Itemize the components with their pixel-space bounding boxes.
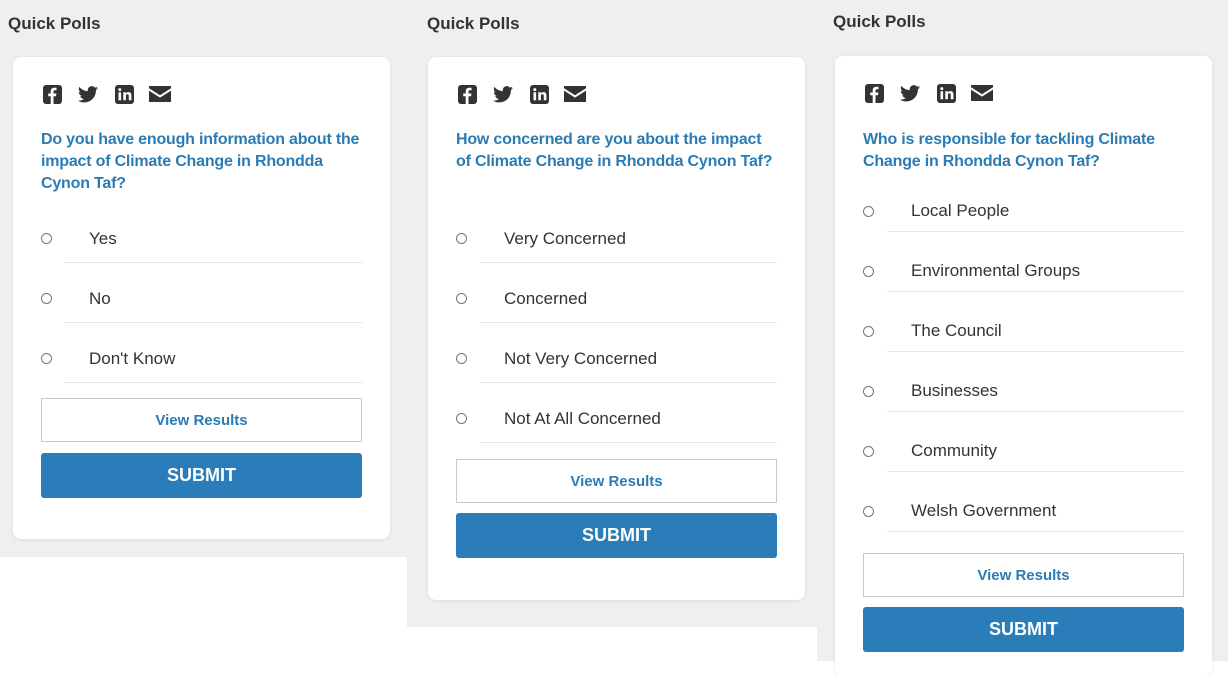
radio-button[interactable] [456, 293, 467, 304]
linkedin-icon[interactable] [528, 84, 550, 104]
poll-question: How concerned are you about the impact o… [456, 131, 773, 170]
radio-button[interactable] [863, 446, 874, 457]
poll-heading: Quick Polls [427, 14, 520, 33]
poll-heading: Quick Polls [833, 12, 926, 31]
poll-option[interactable]: Not Very Concerned [456, 323, 777, 383]
twitter-icon[interactable] [77, 84, 99, 104]
linkedin-icon[interactable] [113, 84, 135, 104]
radio-button[interactable] [41, 353, 52, 364]
email-icon[interactable] [971, 83, 993, 103]
share-bar [41, 84, 171, 104]
poll-question: Who is responsible for tackling Climate … [863, 131, 1155, 170]
email-icon[interactable] [564, 84, 586, 104]
poll-option[interactable]: Yes [41, 203, 362, 263]
linkedin-icon[interactable] [935, 83, 957, 103]
radio-button[interactable] [863, 266, 874, 277]
radio-button[interactable] [863, 386, 874, 397]
view-results-button[interactable]: View Results [456, 459, 777, 503]
email-icon[interactable] [149, 84, 171, 104]
radio-button[interactable] [863, 206, 874, 217]
poll-options: Local People Environmental Groups The Co… [863, 172, 1184, 532]
radio-button[interactable] [456, 353, 467, 364]
quick-poll-1: Quick Polls Do you have enough informati… [0, 0, 407, 557]
option-label: Businesses [911, 381, 998, 400]
radio-button[interactable] [863, 506, 874, 517]
poll-card: Who is responsible for tackling Climate … [835, 56, 1212, 676]
option-label: No [89, 289, 111, 308]
poll-option[interactable]: The Council [863, 292, 1184, 352]
radio-button[interactable] [456, 413, 467, 424]
option-label: Yes [89, 229, 117, 248]
twitter-icon[interactable] [899, 83, 921, 103]
option-label: Not At All Concerned [504, 409, 661, 428]
option-label: Concerned [504, 289, 588, 308]
twitter-icon[interactable] [492, 84, 514, 104]
poll-question: Do you have enough information about the… [41, 131, 360, 192]
facebook-icon[interactable] [863, 83, 885, 103]
quick-poll-2: Quick Polls How concerned are you about … [407, 0, 817, 627]
poll-options: Very Concerned Concerned Not Very Concer… [456, 203, 777, 443]
poll-option[interactable]: Not At All Concerned [456, 383, 777, 443]
poll-card: Do you have enough information about the… [13, 57, 390, 539]
poll-options: Yes No Don't Know [41, 203, 362, 383]
option-label: Local People [911, 201, 1010, 220]
poll-heading: Quick Polls [8, 14, 101, 33]
option-label: The Council [911, 321, 1002, 340]
poll-option[interactable]: Community [863, 412, 1184, 472]
option-label: Welsh Government [911, 501, 1057, 520]
option-label: Don't Know [89, 349, 176, 368]
poll-card: How concerned are you about the impact o… [428, 57, 805, 600]
facebook-icon[interactable] [41, 84, 63, 104]
share-bar [863, 83, 993, 103]
divider [480, 442, 777, 443]
poll-option[interactable]: Don't Know [41, 323, 362, 383]
poll-option[interactable]: Environmental Groups [863, 232, 1184, 292]
radio-button[interactable] [456, 233, 467, 244]
option-label: Community [911, 441, 997, 460]
radio-button[interactable] [41, 233, 52, 244]
option-label: Not Very Concerned [504, 349, 658, 368]
submit-button[interactable]: SUBMIT [41, 453, 362, 498]
poll-option[interactable]: Businesses [863, 352, 1184, 412]
poll-option[interactable]: Very Concerned [456, 203, 777, 263]
poll-option[interactable]: Concerned [456, 263, 777, 323]
poll-option[interactable]: Local People [863, 172, 1184, 232]
quick-poll-3: Quick Polls Who is responsible for tackl… [817, 0, 1228, 676]
view-results-button[interactable]: View Results [41, 398, 362, 442]
poll-option[interactable]: No [41, 263, 362, 323]
divider [65, 382, 362, 383]
radio-button[interactable] [41, 293, 52, 304]
share-bar [456, 84, 586, 104]
option-label: Environmental Groups [911, 261, 1081, 280]
divider [887, 531, 1184, 532]
view-results-button[interactable]: View Results [863, 553, 1184, 597]
option-label: Very Concerned [504, 229, 626, 248]
submit-button[interactable]: SUBMIT [863, 607, 1184, 652]
poll-option[interactable]: Welsh Government [863, 472, 1184, 532]
facebook-icon[interactable] [456, 84, 478, 104]
submit-button[interactable]: SUBMIT [456, 513, 777, 558]
radio-button[interactable] [863, 326, 874, 337]
